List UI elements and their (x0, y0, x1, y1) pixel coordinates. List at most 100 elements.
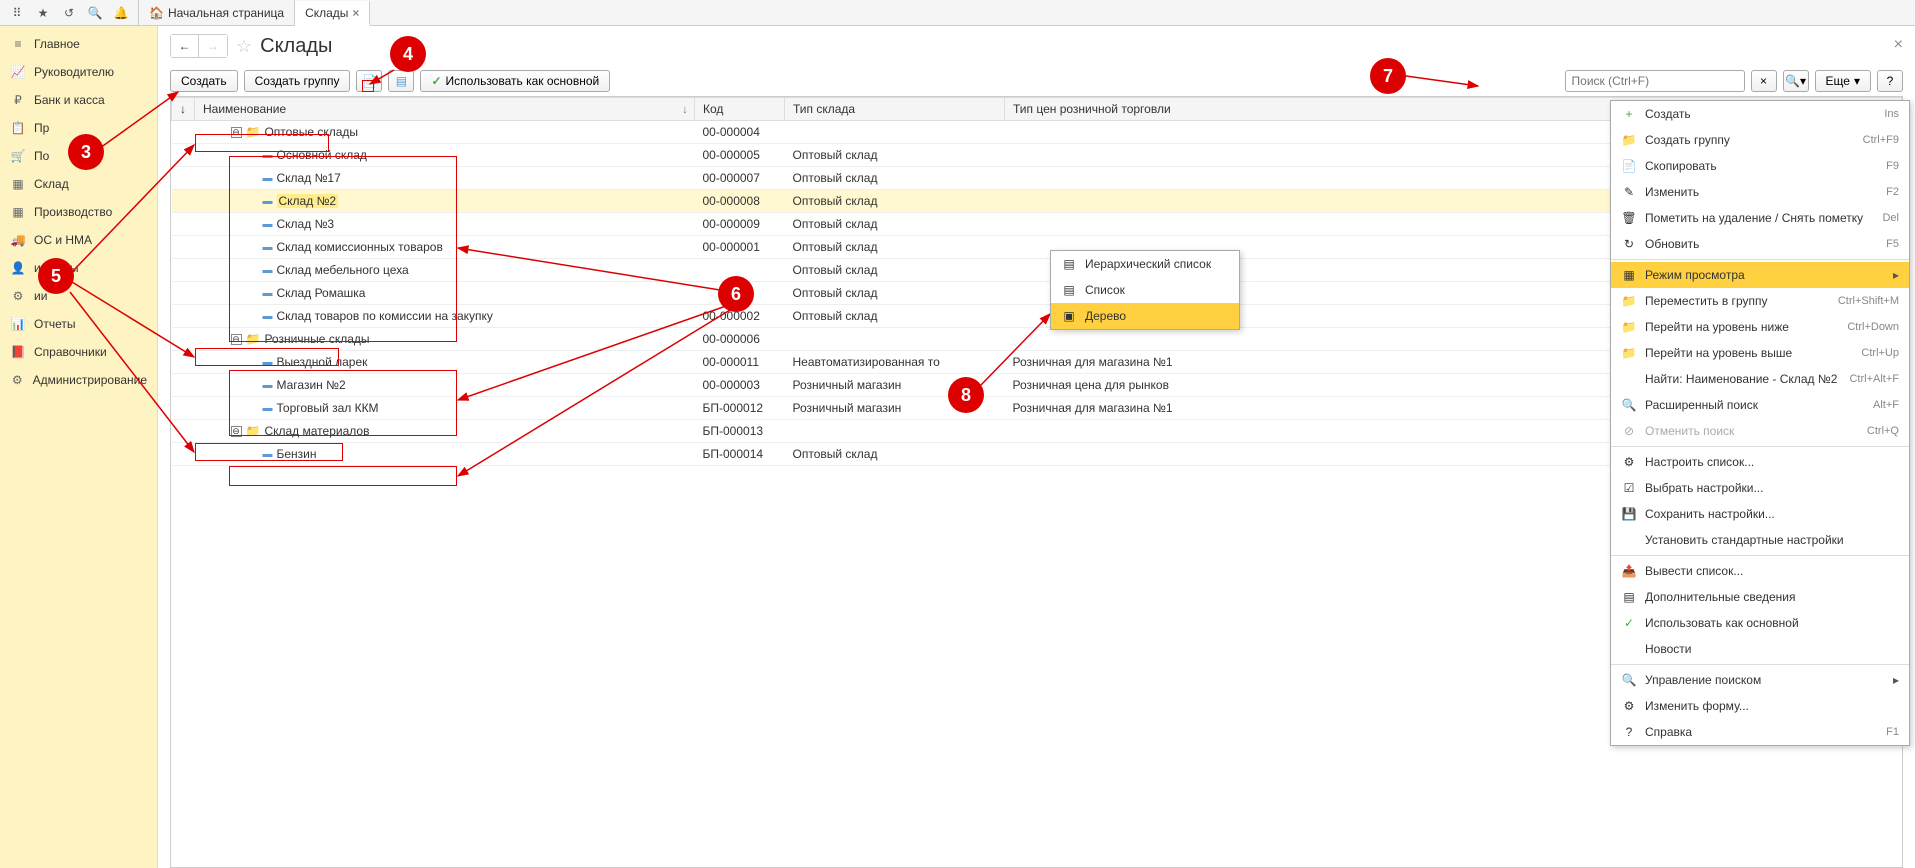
row-name: Склад №2 (277, 194, 339, 208)
col-type[interactable]: Тип склада (785, 98, 1005, 121)
search-input[interactable] (1565, 70, 1745, 92)
close-icon[interactable]: × (352, 6, 359, 20)
menu-item[interactable]: 🔍Управление поиском▸ (1611, 667, 1909, 693)
tree-toggle[interactable]: ⊖ (231, 426, 242, 437)
sidebar-item-label: По (34, 149, 49, 163)
tab-home[interactable]: 🏠 Начальная страница (139, 0, 295, 25)
help-button[interactable]: ? (1877, 70, 1903, 92)
page-title: Склады (260, 35, 332, 58)
menu-label: Установить стандартные настройки (1645, 533, 1844, 547)
menu-item[interactable]: 🔍Расширенный поискAlt+F (1611, 392, 1909, 418)
menu-item[interactable]: 📁Переместить в группуCtrl+Shift+M (1611, 288, 1909, 314)
search-icon[interactable]: 🔍 (82, 0, 108, 26)
menu-label: Выбрать настройки... (1645, 481, 1763, 495)
menu-item[interactable]: ▤Дополнительные сведения (1611, 584, 1909, 610)
use-as-main-button[interactable]: ✓Использовать как основной (420, 70, 610, 92)
menu-item[interactable]: ↻ОбновитьF5 (1611, 231, 1909, 257)
menu-item[interactable]: ✎ИзменитьF2 (1611, 179, 1909, 205)
menu-item[interactable]: ▦Режим просмотра▸ (1611, 262, 1909, 288)
apps-icon[interactable]: ⠿ (4, 0, 30, 26)
favorite-icon[interactable]: ☆ (236, 36, 252, 57)
row-name: Склад №3 (277, 217, 335, 231)
menu-item[interactable]: Найти: Наименование - Склад №2Ctrl+Alt+F (1611, 366, 1909, 392)
menu-item[interactable]: 📁Перейти на уровень вышеCtrl+Up (1611, 340, 1909, 366)
sidebar-item-5[interactable]: ▦Склад (0, 170, 157, 198)
menu-item[interactable]: ⚙Настроить список... (1611, 449, 1909, 475)
menu-item[interactable]: ?СправкаF1 (1611, 719, 1909, 745)
menu-item[interactable]: 📄СкопироватьF9 (1611, 153, 1909, 179)
tab-warehouses[interactable]: Склады × (295, 1, 370, 26)
clear-search-button[interactable]: × (1751, 70, 1777, 92)
menu-icon: 🔍 (1621, 672, 1637, 688)
bell-icon[interactable]: 🔔 (108, 0, 134, 26)
create-group-button[interactable]: Создать группу (244, 70, 351, 92)
col-name[interactable]: Наименование↓ (195, 98, 695, 121)
menu-item[interactable]: ✓Использовать как основной (1611, 610, 1909, 636)
menu-icon: ▤ (1061, 282, 1077, 298)
sidebar-item-1[interactable]: 📈Руководителю (0, 58, 157, 86)
star-icon[interactable]: ★ (30, 0, 56, 26)
sidebar-item-label: Банк и касса (34, 93, 105, 107)
create-button[interactable]: Создать (170, 70, 238, 92)
history-icon[interactable]: ↺ (56, 0, 82, 26)
sidebar-item-0[interactable]: ≡Главное (0, 30, 157, 58)
sidebar-icon: 👤 (10, 260, 26, 276)
view-mode-submenu: ▤Иерархический список▤Список▣Дерево (1050, 250, 1240, 330)
menu-shortcut: F5 (1886, 238, 1899, 250)
menu-item[interactable]: ⊘Отменить поискCtrl+Q (1611, 418, 1909, 444)
menu-item[interactable]: 📁Создать группуCtrl+F9 (1611, 127, 1909, 153)
menu-item[interactable]: 📤Вывести список... (1611, 558, 1909, 584)
row-type: Оптовый склад (785, 144, 1005, 167)
menu-icon: 📁 (1621, 132, 1637, 148)
menu-item[interactable]: Новости (1611, 636, 1909, 662)
col-arrow[interactable]: ↓ (172, 98, 195, 121)
sidebar-item-7[interactable]: 🚚ОС и НМА (0, 226, 157, 254)
list-button[interactable]: ▤ (388, 70, 414, 92)
sidebar-item-11[interactable]: 📕Справочники (0, 338, 157, 366)
menu-item[interactable]: ☑Выбрать настройки... (1611, 475, 1909, 501)
row-name: Склад мебельного цеха (277, 263, 409, 277)
sidebar-item-6[interactable]: ▦Производство (0, 198, 157, 226)
tree-toggle[interactable]: ⊖ (231, 334, 242, 345)
item-icon: ▬ (263, 173, 273, 184)
menu-item[interactable]: 🗑Пометить на удаление / Снять пометкуDel (1611, 205, 1909, 231)
toolbar-right: × 🔍▾ Еще ▾ ? (1565, 70, 1903, 92)
close-page-icon[interactable]: × (1894, 36, 1903, 54)
menu-label: Дополнительные сведения (1645, 590, 1795, 604)
annotation-7: 7 (1370, 58, 1406, 94)
menu-label: Изменить (1645, 185, 1699, 199)
forward-button[interactable]: → (199, 35, 227, 57)
sidebar-item-2[interactable]: ₽Банк и касса (0, 86, 157, 114)
submenu-item[interactable]: ▤Список (1051, 277, 1239, 303)
back-button[interactable]: ← (171, 35, 199, 57)
menu-shortcut: F9 (1886, 160, 1899, 172)
menu-item[interactable]: ⚙Изменить форму... (1611, 693, 1909, 719)
menu-icon: 📁 (1621, 293, 1637, 309)
row-name: Склад материалов (264, 424, 369, 438)
more-button[interactable]: Еще ▾ (1815, 70, 1871, 92)
sidebar-item-10[interactable]: 📊Отчеты (0, 310, 157, 338)
menu-icon: + (1621, 106, 1637, 122)
sidebar-item-9[interactable]: ⚙ии (0, 282, 157, 310)
menu-item[interactable]: 📁Перейти на уровень нижеCtrl+Down (1611, 314, 1909, 340)
menu-icon: ✓ (1621, 615, 1637, 631)
sidebar-item-label: Главное (34, 37, 80, 51)
submenu-item[interactable]: ▤Иерархический список (1051, 251, 1239, 277)
row-type (785, 121, 1005, 144)
sidebar-item-12[interactable]: ⚙Администрирование (0, 366, 157, 394)
copy-button[interactable]: 📄 (356, 70, 382, 92)
submenu-item[interactable]: ▣Дерево (1051, 303, 1239, 329)
top-toolbar: ⠿ ★ ↺ 🔍 🔔 🏠 Начальная страница Склады × (0, 0, 1915, 26)
menu-shortcut: Ctrl+Alt+F (1849, 373, 1899, 385)
row-code: 00-000007 (695, 167, 785, 190)
tree-toggle[interactable]: ⊖ (231, 127, 242, 138)
find-button[interactable]: 🔍▾ (1783, 70, 1809, 92)
sidebar-item-8[interactable]: 👤и кадры (0, 254, 157, 282)
menu-item[interactable]: Установить стандартные настройки (1611, 527, 1909, 553)
sidebar-item-label: Производство (34, 205, 112, 219)
menu-item[interactable]: +СоздатьIns (1611, 101, 1909, 127)
menu-shortcut: Del (1882, 212, 1899, 224)
menu-icon (1621, 641, 1637, 657)
col-code[interactable]: Код (695, 98, 785, 121)
menu-item[interactable]: 💾Сохранить настройки... (1611, 501, 1909, 527)
